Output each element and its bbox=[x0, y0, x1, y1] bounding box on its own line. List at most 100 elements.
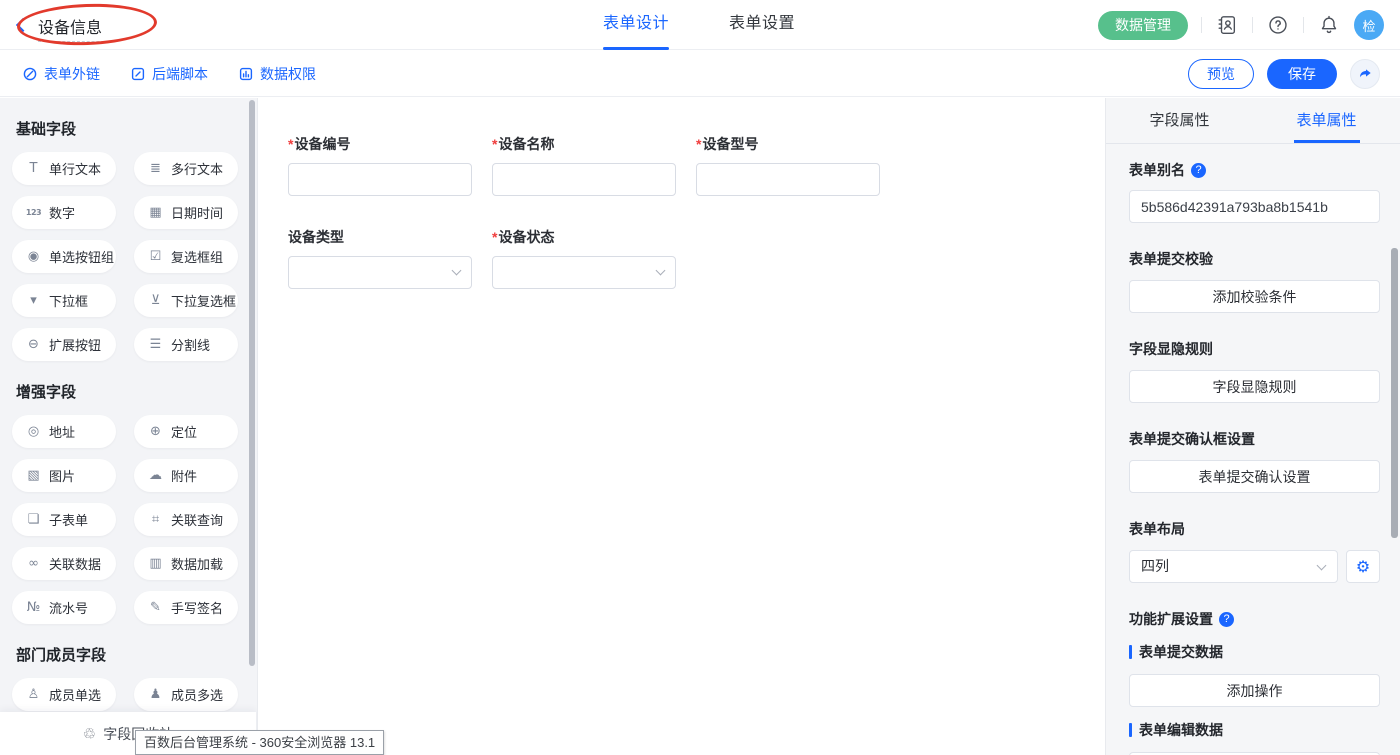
preview-button[interactable]: 预览 bbox=[1188, 59, 1254, 89]
sidebar-field-pill[interactable]: ☁附件 bbox=[134, 459, 238, 492]
sidebar-field-pill[interactable]: ▧图片 bbox=[12, 459, 116, 492]
help-icon[interactable] bbox=[1266, 13, 1290, 37]
tab-label: 表单属性 bbox=[1296, 112, 1356, 129]
canvas-text-input[interactable] bbox=[696, 163, 880, 196]
canvas-field-label: 设备类型 bbox=[288, 229, 344, 245]
header-tabs: 表单设计 表单设置 bbox=[603, 0, 795, 50]
sidebar-field-pill[interactable]: ▥数据加载 bbox=[134, 547, 238, 580]
sidebar-field-pill[interactable]: ⊖扩展按钮 bbox=[12, 328, 116, 361]
sidebar-field-pill[interactable]: ❏子表单 bbox=[12, 503, 116, 536]
sidebar-field-pill[interactable]: T单行文本 bbox=[12, 152, 116, 185]
canvas-field[interactable]: *设备状态 bbox=[492, 227, 676, 289]
sidebar-field-pill[interactable]: ⊕ 定位 bbox=[134, 415, 238, 448]
sidebar-field-pill[interactable]: ♙成员单选 bbox=[12, 678, 116, 711]
share-button[interactable] bbox=[1350, 59, 1380, 89]
canvas-field-control bbox=[492, 163, 676, 196]
sidebar-field-label: 定位 bbox=[171, 422, 197, 441]
extend-button-icon: ⊖ bbox=[25, 337, 42, 352]
canvas-field[interactable]: *设备名称 bbox=[492, 134, 676, 196]
tab-字段属性[interactable]: 字段属性 bbox=[1106, 98, 1253, 143]
sidebar-field-pill[interactable]: ◎地址 bbox=[12, 415, 116, 448]
sidebar-field-label: 数字 bbox=[49, 203, 75, 222]
form-layout-select[interactable]: 四列 bbox=[1129, 550, 1338, 583]
member-multi-icon: ♟ bbox=[147, 687, 164, 702]
canvas-select-box[interactable] bbox=[288, 256, 472, 289]
required-asterisk: * bbox=[696, 136, 701, 152]
sidebar-section-title: 部门成员字段 bbox=[16, 644, 257, 665]
canvas-text-input[interactable] bbox=[288, 163, 472, 196]
multi-line-text-icon: ≣ bbox=[147, 161, 164, 176]
sidebar-field-label: 单选按钮组 bbox=[49, 247, 114, 266]
panel-section-heading: 表单提交确认框设置 bbox=[1129, 429, 1380, 449]
canvas-select-box[interactable] bbox=[492, 256, 676, 289]
canvas-text-input[interactable] bbox=[492, 163, 676, 196]
tab-表单属性[interactable]: 表单属性 bbox=[1253, 98, 1400, 143]
sidebar-section-title: 增强字段 bbox=[16, 381, 257, 402]
question-badge-icon[interactable]: ? bbox=[1191, 163, 1206, 178]
canvas-field-control bbox=[288, 256, 472, 289]
address-icon: ◎ bbox=[25, 424, 42, 439]
sidebar-field-pill[interactable]: №流水号 bbox=[12, 591, 116, 624]
layout-settings-button[interactable]: ⚙ bbox=[1346, 550, 1380, 583]
extension-group-label: 表单编辑数据 bbox=[1139, 720, 1223, 740]
canvas-field[interactable]: 设备类型 bbox=[288, 227, 472, 289]
toolbar-link-表单外链[interactable]: 表单外链 bbox=[22, 64, 100, 84]
sidebar-field-pill[interactable]: ✎手写签名 bbox=[134, 591, 238, 624]
canvas-field-label-row: *设备型号 bbox=[696, 134, 880, 154]
panel-section-button[interactable]: 表单提交确认设置 bbox=[1129, 460, 1380, 493]
form-alias-label: 表单别名 bbox=[1129, 160, 1185, 180]
sidebar-field-pill[interactable]: ≣多行文本 bbox=[134, 152, 238, 185]
canvas-field-label: 设备状态 bbox=[498, 229, 554, 245]
image-icon: ▧ bbox=[25, 468, 42, 483]
data-load-icon: ▥ bbox=[147, 556, 164, 571]
tab-表单设置[interactable]: 表单设置 bbox=[729, 0, 795, 50]
extension-settings-label: 功能扩展设置 bbox=[1129, 609, 1213, 629]
toolbar-link-数据权限[interactable]: 数据权限 bbox=[238, 64, 316, 84]
separator bbox=[1252, 17, 1253, 33]
data-manage-button[interactable]: 数据管理 bbox=[1098, 11, 1188, 40]
sidebar-field-label: 下拉复选框 bbox=[171, 291, 236, 310]
notification-bell-icon[interactable] bbox=[1317, 13, 1341, 37]
question-badge-icon[interactable]: ? bbox=[1219, 612, 1234, 627]
save-button[interactable]: 保存 bbox=[1267, 59, 1337, 89]
sidebar-field-pill[interactable]: ▾下拉框 bbox=[12, 284, 116, 317]
back-icon[interactable] bbox=[16, 18, 30, 32]
panel-scrollbar[interactable] bbox=[1391, 248, 1398, 538]
toolbar-link-后端脚本[interactable]: 后端脚本 bbox=[130, 64, 208, 84]
sidebar-field-pill[interactable]: ♟成员多选 bbox=[134, 678, 238, 711]
panel-section-button[interactable]: 添加校验条件 bbox=[1129, 280, 1380, 313]
sidebar-field-pill[interactable]: ☰分割线 bbox=[134, 328, 238, 361]
required-asterisk: * bbox=[492, 229, 497, 245]
toolbar-link-label: 数据权限 bbox=[260, 64, 316, 84]
sidebar-field-label: 关联数据 bbox=[49, 554, 101, 573]
sidebar-field-label: 子表单 bbox=[49, 510, 88, 529]
canvas-field-control bbox=[492, 256, 676, 289]
title-dashed-underline bbox=[38, 41, 114, 42]
sidebar-field-pill[interactable]: ∞关联数据 bbox=[12, 547, 116, 580]
sidebar-field-pill[interactable]: ⌗关联查询 bbox=[134, 503, 238, 536]
recycle-icon: ♲ bbox=[83, 725, 96, 743]
location-icon: ⊕ bbox=[147, 424, 164, 439]
member-single-icon: ♙ bbox=[25, 687, 42, 702]
attachment-icon: ☁ bbox=[147, 468, 164, 483]
panel-section-button[interactable]: 字段显隐规则 bbox=[1129, 370, 1380, 403]
sidebar-scrollbar[interactable] bbox=[249, 100, 255, 666]
tab-表单设计[interactable]: 表单设计 bbox=[603, 0, 669, 50]
sidebar-field-pill[interactable]: ☑复选框组 bbox=[134, 240, 238, 273]
sidebar-field-pill[interactable]: ▦日期时间 bbox=[134, 196, 238, 229]
sidebar-field-pill[interactable]: ◉单选按钮组 bbox=[12, 240, 116, 273]
user-avatar[interactable]: 检 bbox=[1354, 10, 1384, 40]
panel-section: 表单提交确认框设置表单提交确认设置 bbox=[1129, 429, 1380, 493]
canvas-field[interactable]: *设备型号 bbox=[696, 134, 880, 196]
canvas-field[interactable]: *设备编号 bbox=[288, 134, 472, 196]
canvas-field-control bbox=[696, 163, 880, 196]
link-icon bbox=[22, 66, 38, 82]
address-book-icon[interactable] bbox=[1215, 13, 1239, 37]
app-header: 设备信息 表单设计表单设置 数据管理 bbox=[0, 0, 1400, 50]
form-alias-input[interactable] bbox=[1129, 190, 1380, 223]
sidebar-field-pill[interactable]: ⊻下拉复选框 bbox=[134, 284, 238, 317]
checkbox-group-icon: ☑ bbox=[147, 249, 164, 264]
sidebar-field-pill[interactable]: 123数字 bbox=[12, 196, 116, 229]
add-action-button[interactable]: 添加操作 bbox=[1129, 674, 1380, 707]
sidebar-field-label: 日期时间 bbox=[171, 203, 223, 222]
